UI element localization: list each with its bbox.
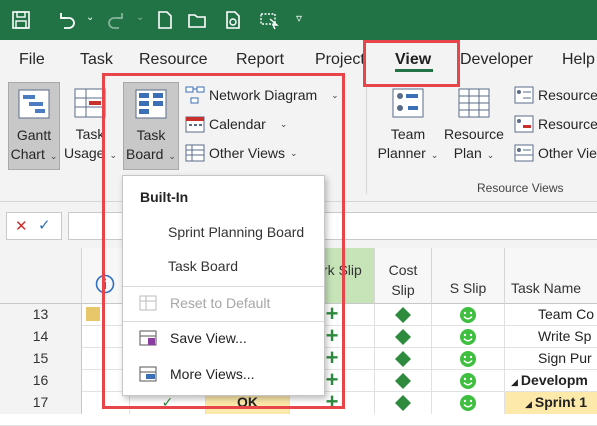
resource-usage-button[interactable]: Resource — [514, 115, 597, 133]
cost-slip-cell — [375, 392, 432, 414]
task-name-header[interactable]: Task Name — [505, 248, 597, 304]
entry-controls: ✕ ✓ — [6, 212, 62, 240]
s-slip-cell — [432, 348, 505, 370]
cost-slip-cell — [375, 370, 432, 392]
highlight-view-tab — [363, 40, 460, 87]
team-planner-icon — [392, 88, 424, 118]
group-separator — [366, 84, 367, 194]
print-preview-icon[interactable] — [222, 9, 244, 31]
save-icon[interactable] — [10, 9, 32, 31]
resource-sheet-icon — [514, 86, 534, 104]
resource-views-group-label: Resource Views — [477, 181, 564, 195]
row-number: 16 — [0, 370, 82, 392]
new-icon[interactable] — [154, 9, 176, 31]
tab-developer[interactable]: Developer — [460, 51, 533, 69]
smiley-icon — [460, 329, 476, 345]
gantt-chart-icon — [18, 89, 50, 119]
s-slip-cell — [432, 392, 505, 414]
s-slip-cell — [432, 326, 505, 348]
task-name-cell: ◢ Developm — [511, 372, 588, 388]
note-icon — [86, 307, 100, 321]
resource-sheet-button[interactable]: Resource — [514, 86, 597, 104]
smiley-icon — [460, 373, 476, 389]
cancel-entry-icon[interactable]: ✕ — [15, 217, 28, 235]
resource-sheet-label: Resource — [538, 87, 597, 103]
tab-file[interactable]: File — [19, 51, 45, 69]
cost-slip-cell — [375, 326, 432, 348]
resource-usage-label: Resource — [538, 116, 597, 132]
team-planner-button[interactable]: Team Planner ⌄ — [376, 82, 440, 170]
task-name-cell: Sign Pur — [538, 350, 592, 366]
row-number: 15 — [0, 348, 82, 370]
s-slip-cell — [432, 304, 505, 326]
smiley-icon — [460, 395, 476, 411]
tab-task[interactable]: Task — [80, 51, 113, 69]
cost-slip-cell — [375, 348, 432, 370]
customize-icon[interactable]: ▿ — [296, 11, 302, 25]
gantt-chart-button[interactable]: Gantt Chart ⌄ — [8, 82, 60, 170]
resource-plan-icon — [458, 88, 490, 118]
redo-icon[interactable] — [106, 9, 128, 31]
task-name-cell: ◢ Sprint 1 — [505, 392, 597, 414]
task-name-header-label: Task Name — [511, 280, 582, 296]
tab-resource[interactable]: Resource — [139, 51, 207, 69]
team-planner-label-2: Planner ⌄ — [377, 145, 439, 161]
diamond-icon — [395, 329, 411, 345]
tab-help[interactable]: Help — [562, 51, 595, 69]
resource-plan-label-1: Resource — [444, 126, 504, 142]
gantt-chart-label-2: Chart ⌄ — [10, 146, 58, 162]
other-views-2-icon — [514, 144, 534, 162]
s-slip-cell — [432, 370, 505, 392]
task-name-cell: Team Co — [538, 306, 595, 322]
tab-project[interactable]: Project — [315, 51, 365, 69]
open-icon[interactable] — [186, 9, 208, 31]
cost-slip-cell — [375, 304, 432, 326]
smiley-icon — [460, 351, 476, 367]
resource-plan-button[interactable]: Resource Plan ⌄ — [442, 82, 506, 170]
select-icon[interactable] — [258, 9, 280, 31]
resource-usage-icon — [514, 115, 534, 133]
smiley-icon — [460, 307, 476, 323]
cost-slip-header-label: Cost Slip — [388, 262, 418, 298]
s-slip-header-label: S Slip — [449, 280, 487, 296]
collapse-icon[interactable]: ◢ — [525, 399, 532, 409]
team-planner-label-1: Team — [390, 126, 426, 142]
gantt-chart-label-1: Gantt — [16, 127, 52, 143]
diamond-icon — [395, 373, 411, 389]
tab-report[interactable]: Report — [236, 51, 284, 69]
diamond-icon — [395, 307, 411, 323]
select-all-corner[interactable] — [0, 248, 82, 304]
diamond-icon — [395, 351, 411, 367]
quick-access-toolbar: ⌄ ⌄ ▿ — [0, 0, 597, 40]
s-slip-header[interactable]: S Slip — [432, 248, 505, 304]
row-number: 13 — [0, 304, 82, 326]
row-number: 14 — [0, 326, 82, 348]
task-name-cell: Write Sp — [538, 328, 592, 344]
redo-dropdown-icon[interactable]: ⌄ — [136, 12, 144, 23]
other-views-2-button[interactable]: Other Vie — [514, 144, 597, 162]
diamond-icon — [395, 395, 411, 411]
undo-dropdown-icon[interactable]: ⌄ — [86, 12, 94, 23]
resource-plan-label-2: Plan ⌄ — [453, 145, 495, 161]
other-views-2-label: Other Vie — [538, 145, 597, 161]
undo-icon[interactable] — [55, 9, 77, 31]
confirm-entry-icon[interactable]: ✓ — [38, 216, 51, 234]
collapse-icon[interactable]: ◢ — [511, 377, 518, 387]
row-number: 17 — [0, 392, 82, 414]
cost-slip-header[interactable]: Cost Slip — [375, 248, 432, 304]
highlight-task-board-area — [102, 73, 345, 409]
